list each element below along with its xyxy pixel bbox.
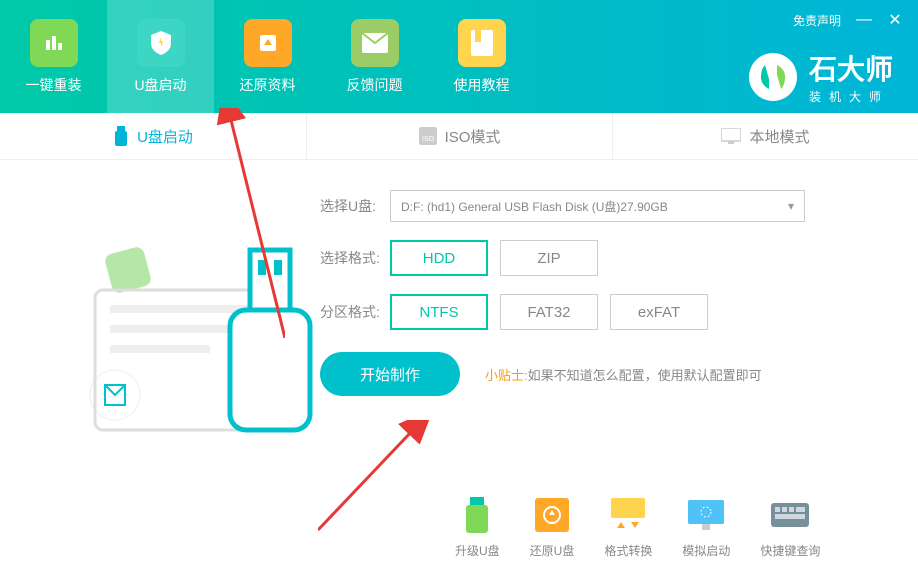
logo-icon <box>749 53 797 101</box>
subnav-label: ISO模式 <box>445 126 501 147</box>
nav-usb-boot[interactable]: U盘启动 <box>107 0 214 113</box>
tool-restore-usb[interactable]: 还原U盘 <box>530 496 575 559</box>
format-label: 选择格式: <box>320 248 390 268</box>
start-button[interactable]: 开始制作 <box>320 352 460 396</box>
subnav-local[interactable]: 本地模式 <box>612 113 918 159</box>
nav-label: 还原资料 <box>240 75 296 95</box>
partition-label: 分区格式: <box>320 302 390 322</box>
tool-label: 升级U盘 <box>455 542 500 559</box>
format-option-zip[interactable]: ZIP <box>500 240 598 276</box>
disclaimer-link[interactable]: 免责声明 <box>793 12 841 29</box>
restore-icon <box>533 496 571 534</box>
upload-icon <box>244 19 292 67</box>
usb-select-label: 选择U盘: <box>320 196 390 216</box>
shield-icon <box>137 19 185 67</box>
tip-label: 小贴士: <box>485 368 528 383</box>
monitor-icon <box>721 128 741 144</box>
book-icon <box>458 19 506 67</box>
nav-label: 一键重装 <box>26 75 82 95</box>
format-option-hdd[interactable]: HDD <box>390 240 488 276</box>
subnav-label: 本地模式 <box>749 126 809 147</box>
keyboard-icon <box>771 496 809 534</box>
usb-select-dropdown[interactable]: D:F: (hd1) General USB Flash Disk (U盘)27… <box>390 190 805 222</box>
close-button[interactable]: ✕ <box>887 10 903 30</box>
convert-icon <box>609 496 647 534</box>
partition-option-fat32[interactable]: FAT32 <box>500 294 598 330</box>
tool-upgrade-usb[interactable]: 升级U盘 <box>455 496 500 559</box>
tip-text: 如果不知道怎么配置，使用默认配置即可 <box>528 368 762 383</box>
logo-subtitle: 装机大师 <box>809 88 893 105</box>
chevron-down-icon: ▾ <box>788 199 794 213</box>
nav-reinstall[interactable]: 一键重装 <box>0 0 107 113</box>
nav-feedback[interactable]: 反馈问题 <box>321 0 428 113</box>
dropdown-value: D:F: (hd1) General USB Flash Disk (U盘)27… <box>401 198 668 215</box>
nav-label: 使用教程 <box>454 75 510 95</box>
mail-icon <box>351 19 399 67</box>
partition-option-exfat[interactable]: exFAT <box>610 294 708 330</box>
nav-restore[interactable]: 还原资料 <box>214 0 321 113</box>
minimize-button[interactable]: — <box>856 11 872 29</box>
tool-simulate-boot[interactable]: 模拟启动 <box>682 496 730 559</box>
subnav-label: U盘启动 <box>137 126 193 147</box>
svg-text:ISO: ISO <box>422 136 435 143</box>
tool-label: 模拟启动 <box>682 542 730 559</box>
subnav-usb-boot[interactable]: U盘启动 <box>0 113 306 159</box>
brand-logo: 石大师 装机大师 <box>749 48 893 105</box>
iso-icon: ISO <box>419 127 437 145</box>
usb-icon <box>113 126 129 146</box>
tool-format-convert[interactable]: 格式转换 <box>604 496 652 559</box>
illustration <box>0 190 320 579</box>
logo-title: 石大师 <box>809 48 893 88</box>
nav-tutorial[interactable]: 使用教程 <box>428 0 535 113</box>
monitor-boot-icon <box>687 496 725 534</box>
subnav-iso[interactable]: ISO ISO模式 <box>306 113 612 159</box>
tool-label: 还原U盘 <box>530 542 575 559</box>
usb-upgrade-icon <box>458 496 496 534</box>
partition-option-ntfs[interactable]: NTFS <box>390 294 488 330</box>
nav-label: U盘启动 <box>134 75 186 95</box>
tool-label: 快捷键查询 <box>760 542 820 559</box>
tool-shortcut-query[interactable]: 快捷键查询 <box>760 496 820 559</box>
tool-label: 格式转换 <box>604 542 652 559</box>
bar-chart-icon <box>30 19 78 67</box>
nav-label: 反馈问题 <box>347 75 403 95</box>
